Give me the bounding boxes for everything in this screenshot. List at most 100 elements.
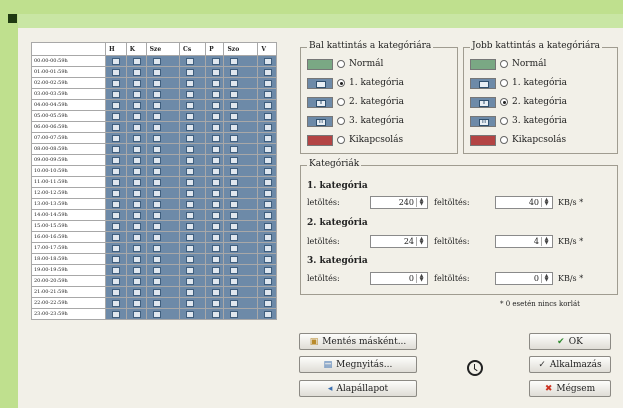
schedule-cell[interactable] <box>223 264 259 276</box>
schedule-cell[interactable] <box>205 264 225 276</box>
schedule-cell[interactable] <box>145 154 181 166</box>
schedule-cell[interactable] <box>205 242 225 254</box>
schedule-cell[interactable] <box>179 231 207 243</box>
schedule-cell[interactable] <box>105 132 127 144</box>
day-header[interactable]: Cs <box>179 42 207 56</box>
schedule-cell[interactable] <box>179 220 207 232</box>
schedule-cell[interactable] <box>205 121 225 133</box>
schedule-cell[interactable] <box>205 55 225 67</box>
schedule-cell[interactable] <box>125 209 147 221</box>
schedule-cell[interactable] <box>223 121 259 133</box>
schedule-cell[interactable] <box>105 187 127 199</box>
schedule-cell[interactable] <box>125 154 147 166</box>
schedule-cell[interactable] <box>205 198 225 210</box>
schedule-cell[interactable] <box>257 220 277 232</box>
schedule-cell[interactable] <box>105 297 127 309</box>
schedule-cell[interactable] <box>125 55 147 67</box>
schedule-cell[interactable] <box>145 88 181 100</box>
apply-button[interactable]: ✓ Alkalmazás <box>529 356 611 373</box>
schedule-cell[interactable] <box>257 165 277 177</box>
schedule-cell[interactable] <box>205 99 225 111</box>
schedule-cell[interactable] <box>179 209 207 221</box>
left-click-option[interactable]: Kikapcsolás <box>307 133 403 147</box>
schedule-cell[interactable] <box>145 253 181 265</box>
schedule-cell[interactable] <box>257 286 277 298</box>
schedule-cell[interactable] <box>223 198 259 210</box>
schedule-cell[interactable] <box>223 275 259 287</box>
left-click-option[interactable]: III 3. kategória <box>307 114 404 128</box>
save-as-button[interactable]: ▣ Mentés másként... <box>299 333 417 350</box>
schedule-cell[interactable] <box>257 121 277 133</box>
schedule-cell[interactable] <box>105 77 127 89</box>
open-button[interactable]: ▤ Megnyitás... <box>299 356 417 373</box>
schedule-cell[interactable] <box>105 55 127 67</box>
radio-button[interactable] <box>500 136 508 144</box>
schedule-cell[interactable] <box>223 110 259 122</box>
schedule-cell[interactable] <box>145 220 181 232</box>
schedule-cell[interactable] <box>179 99 207 111</box>
schedule-cell[interactable] <box>223 143 259 155</box>
schedule-cell[interactable] <box>105 121 127 133</box>
schedule-cell[interactable] <box>125 88 147 100</box>
schedule-cell[interactable] <box>105 220 127 232</box>
schedule-cell[interactable] <box>257 275 277 287</box>
schedule-cell[interactable] <box>205 176 225 188</box>
schedule-cell[interactable] <box>223 99 259 111</box>
schedule-cell[interactable] <box>257 242 277 254</box>
schedule-cell[interactable] <box>125 187 147 199</box>
schedule-cell[interactable] <box>205 77 225 89</box>
schedule-cell[interactable] <box>205 308 225 320</box>
schedule-cell[interactable] <box>145 297 181 309</box>
hour-label[interactable]: 19:00-19:59h <box>31 264 106 276</box>
schedule-cell[interactable] <box>145 187 181 199</box>
schedule-cell[interactable] <box>223 154 259 166</box>
schedule-cell[interactable] <box>257 187 277 199</box>
schedule-cell[interactable] <box>205 275 225 287</box>
schedule-cell[interactable] <box>223 231 259 243</box>
hour-label[interactable]: 14:00-14:59h <box>31 209 106 221</box>
schedule-cell[interactable] <box>145 121 181 133</box>
schedule-cell[interactable] <box>223 297 259 309</box>
schedule-cell[interactable] <box>179 176 207 188</box>
schedule-cell[interactable] <box>205 132 225 144</box>
schedule-cell[interactable] <box>105 154 127 166</box>
spinner-arrows-icon[interactable]: ▲ ▼ <box>416 274 426 283</box>
schedule-cell[interactable] <box>125 165 147 177</box>
schedule-cell[interactable] <box>125 220 147 232</box>
hour-label[interactable]: 01:00-01:59h <box>31 66 106 78</box>
schedule-cell[interactable] <box>257 253 277 265</box>
hour-label[interactable]: 07:00-07:59h <box>31 132 106 144</box>
schedule-cell[interactable] <box>179 132 207 144</box>
schedule-cell[interactable] <box>223 187 259 199</box>
radio-button[interactable] <box>337 136 345 144</box>
hour-label[interactable]: 12:00-12:59h <box>31 187 106 199</box>
spinner-arrows-icon[interactable]: ▲ ▼ <box>541 274 551 283</box>
schedule-cell[interactable] <box>145 132 181 144</box>
schedule-cell[interactable] <box>179 55 207 67</box>
schedule-cell[interactable] <box>179 242 207 254</box>
schedule-cell[interactable] <box>125 264 147 276</box>
radio-button[interactable] <box>500 79 508 87</box>
schedule-cell[interactable] <box>223 77 259 89</box>
schedule-cell[interactable] <box>223 66 259 78</box>
schedule-cell[interactable] <box>257 88 277 100</box>
radio-button[interactable] <box>500 98 508 106</box>
day-header[interactable]: H <box>105 42 127 56</box>
schedule-cell[interactable] <box>179 143 207 155</box>
day-header[interactable]: P <box>205 42 225 56</box>
schedule-cell[interactable] <box>179 77 207 89</box>
schedule-cell[interactable] <box>145 275 181 287</box>
schedule-cell[interactable] <box>105 231 127 243</box>
left-click-option[interactable]: II 2. kategória <box>307 95 404 109</box>
schedule-cell[interactable] <box>145 77 181 89</box>
schedule-cell[interactable] <box>105 66 127 78</box>
schedule-cell[interactable] <box>223 220 259 232</box>
schedule-cell[interactable] <box>145 264 181 276</box>
schedule-cell[interactable] <box>223 308 259 320</box>
schedule-cell[interactable] <box>125 231 147 243</box>
schedule-cell[interactable] <box>145 198 181 210</box>
day-header[interactable]: Sze <box>145 42 181 56</box>
hour-label[interactable]: 13:00-13:59h <box>31 198 106 210</box>
schedule-cell[interactable] <box>145 99 181 111</box>
schedule-cell[interactable] <box>257 110 277 122</box>
